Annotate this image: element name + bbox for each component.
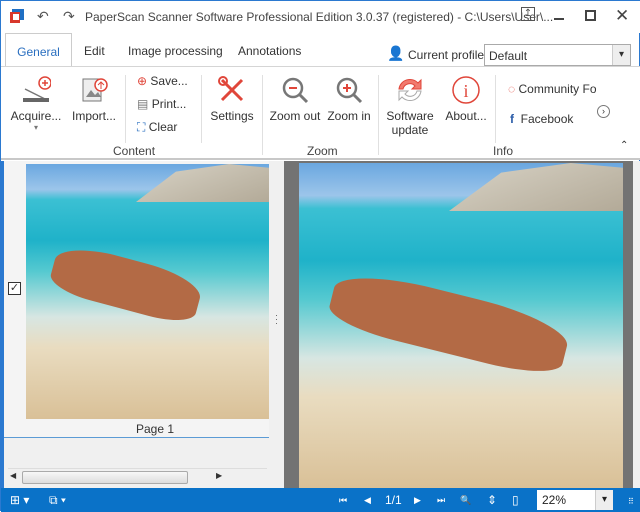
horizontal-scrollbar[interactable]: ◀ ▶ [8,468,267,485]
collapse-ribbon-icon[interactable]: ⌃ [620,140,628,151]
profile-value: Default [489,49,528,63]
page-layout-icon[interactable]: ⧉ ▾ [49,493,66,508]
info-icon: i [452,76,480,104]
app-logo-icon [10,9,24,23]
window-title: PaperScan Scanner Software Professional … [85,10,554,24]
divider [262,75,263,155]
thumbnail-layout-icon[interactable]: ⊞ ▾ [10,493,29,507]
tools-icon [218,76,244,102]
ribbon-general: Acquire... ▾ Import... ⊕ Save... ▤ Print.… [1,66,640,160]
divider [378,75,379,155]
page-thumbnail [26,164,269,419]
clear-button[interactable]: ⛶ Clear [137,120,177,135]
facebook-link[interactable]: f Facebook [510,112,573,126]
refresh-icon [398,78,422,102]
group-label-content: Content [113,144,156,158]
zoom-value: 22% [542,493,567,507]
chevron-down-icon[interactable]: ▾ [595,490,613,510]
thumbnail-item[interactable]: ✓ Page 1 [4,161,269,438]
page-checkbox[interactable]: ✓ [8,282,21,295]
group-label-zoom: Zoom [307,144,338,158]
previous-page-icon[interactable]: ◀ [364,495,371,506]
group-label-info: Info [493,144,514,158]
scrollbar-thumb[interactable] [22,471,188,484]
thumbnail-label: Page 1 [136,422,175,436]
cliff [136,164,269,202]
facebook-icon: f [510,112,514,126]
first-page-icon[interactable]: ⏮ [339,495,347,506]
status-bar: ⊞ ▾ ⧉ ▾ ⏮ ◀ 1/1 ▶ ⏭ 🔍 ⇕ ▯ 22% ▾ ⠿ [1,488,640,512]
import-image-icon [82,78,108,102]
acquire-button[interactable]: Acquire... ▾ [9,75,63,132]
next-page-icon[interactable]: ▶ [414,495,421,506]
restore-icon[interactable]: ↥ [521,7,535,21]
page-image [299,163,623,488]
community-forum-link[interactable]: ◌ Community Foi [508,82,596,96]
profile-label: Current profile: [408,48,488,62]
software-update-button[interactable]: Software update [384,75,436,137]
zoom-in-button[interactable]: Zoom in [326,75,372,123]
viewer-edge [633,161,640,488]
chevron-down-icon[interactable]: ▾ [612,45,630,65]
thumbnail-panel: ✓ Page 1 ◀ ▶ [1,161,269,488]
svg-text:i: i [463,81,468,101]
resize-grip-icon[interactable]: ⠿ [628,497,634,506]
zoom-out-icon [282,77,309,104]
person [325,264,573,382]
last-page-icon[interactable]: ⏭ [437,495,445,506]
import-button[interactable]: Import... [71,75,117,123]
scanner-icon [23,76,51,102]
chat-icon: ◌ [508,82,516,96]
scroll-left-icon[interactable]: ◀ [10,471,16,480]
save-button[interactable]: ⊕ Save... [137,74,188,88]
tab-annotations[interactable]: Annotations [238,44,301,58]
app-window: ↶ ↷ PaperScan Scanner Software Professio… [0,0,640,512]
zoom-out-button[interactable]: Zoom out [269,75,321,123]
page-indicator: 1/1 [385,493,402,507]
settings-button[interactable]: Settings [209,75,255,123]
maximize-icon[interactable] [585,10,596,21]
divider [201,75,202,143]
page-viewer[interactable] [284,161,633,488]
more-arrow-icon[interactable]: › [597,105,610,118]
person [47,240,205,328]
clear-icon: ⛶ [137,120,146,134]
divider [125,75,126,143]
minimize-icon[interactable] [554,18,564,20]
zoom-select[interactable]: 22% ▾ [537,490,613,510]
ribbon-tabs: General Edit Image processing Annotation… [1,33,640,68]
redo-icon[interactable]: ↷ [63,8,75,25]
panel-splitter[interactable]: · · · [269,161,284,488]
fit-width-icon[interactable]: ▯ [512,493,519,507]
save-icon: ⊕ [137,74,148,88]
undo-icon[interactable]: ↶ [37,8,49,25]
profile-select[interactable]: Default ▾ [484,44,631,66]
title-bar: ↶ ↷ PaperScan Scanner Software Professio… [1,1,640,33]
tab-edit[interactable]: Edit [84,44,105,58]
about-button[interactable]: i About... [443,75,489,123]
zoom-in-icon [336,77,363,104]
user-profile-icon: 👤 [387,45,405,61]
printer-icon: ▤ [137,97,149,111]
tab-general[interactable]: General [5,33,72,68]
scroll-right-icon[interactable]: ▶ [216,471,222,480]
divider [495,75,496,143]
close-icon[interactable]: ✕ [615,6,629,26]
fit-page-icon[interactable]: ⇕ [487,493,497,507]
zoom-100-icon[interactable]: 🔍 [460,495,471,506]
cliff [449,163,623,211]
splitter-grip-icon[interactable]: · · · [275,311,278,328]
print-button[interactable]: ▤ Print... [137,97,186,111]
tab-image-processing[interactable]: Image processing [128,44,223,58]
